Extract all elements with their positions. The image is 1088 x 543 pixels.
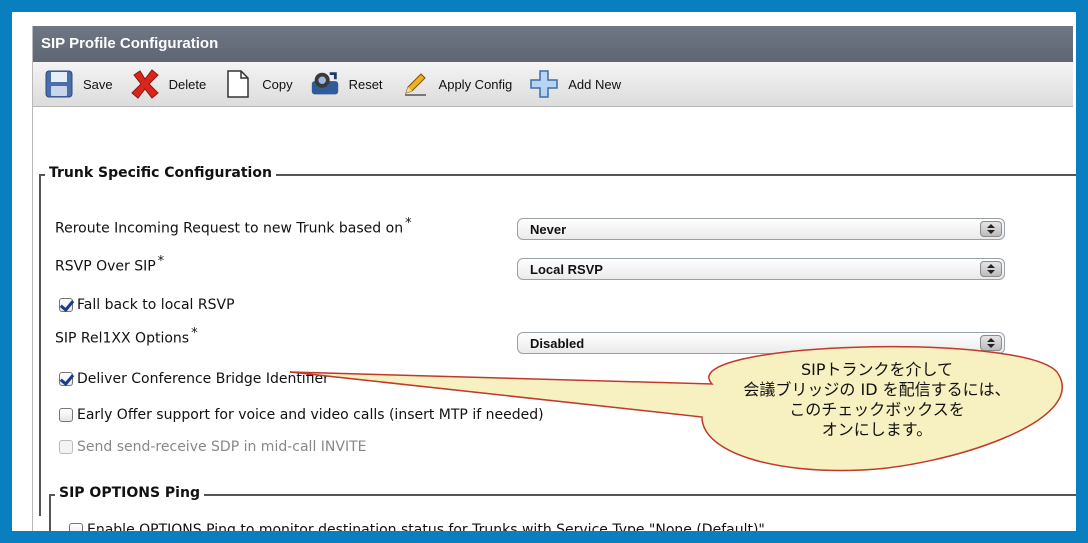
callout-bubble (289, 346, 1063, 472)
callout-line-2: 会議ブリッジの ID を配信するには、 (743, 380, 1011, 399)
callout-text: SIPトランクを介して 会議ブリッジの ID を配信するには、 このチェックボッ… (712, 360, 1042, 440)
callout-line-4: オンにします。 (821, 420, 933, 439)
callout-line-1: SIPトランクを介して (800, 360, 954, 379)
screenshot-frame: SIP Profile Configuration Save Delete Co… (12, 12, 1076, 531)
callout-line-3: このチェックボックスを (789, 400, 965, 419)
